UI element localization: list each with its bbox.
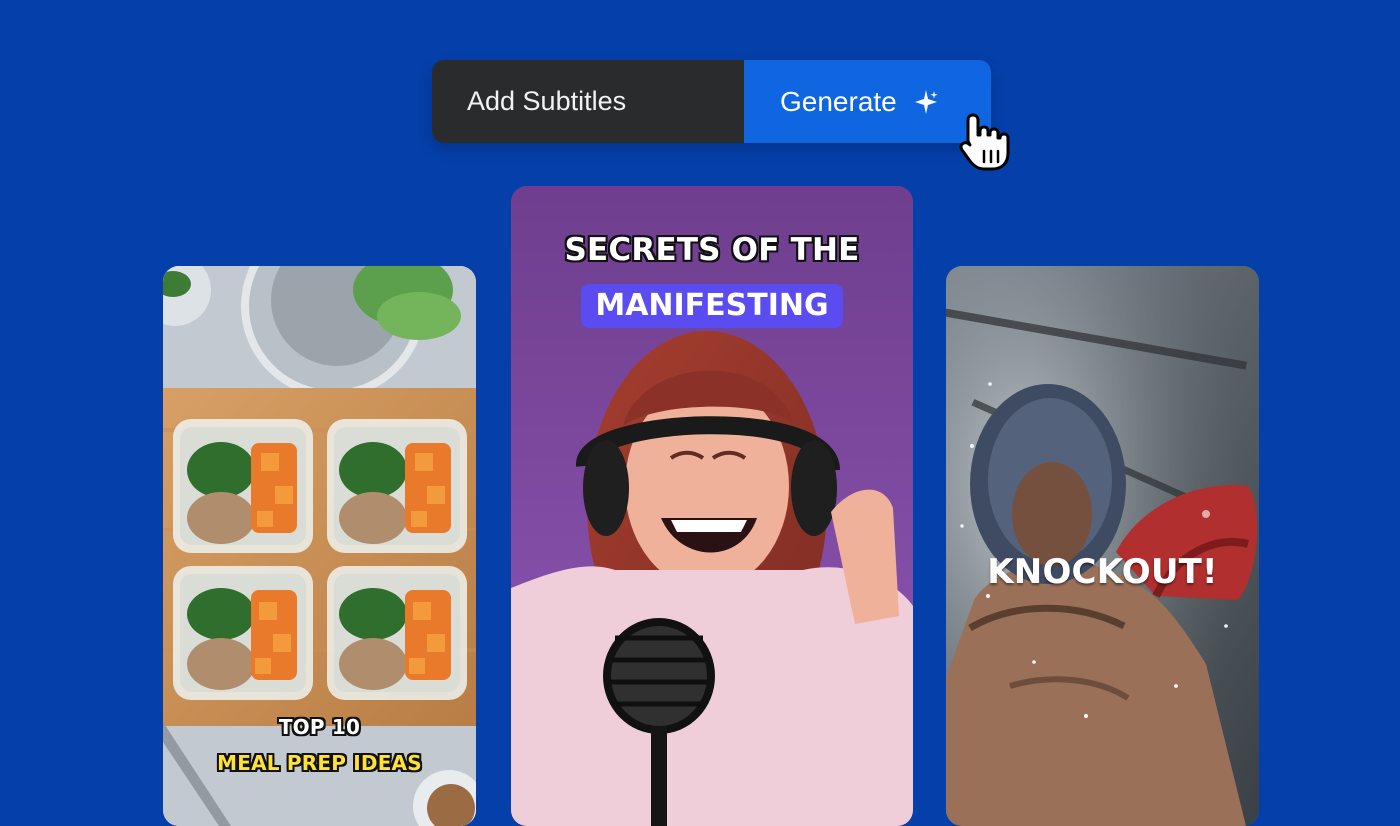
food-caption-line-1: TOP 10 (278, 715, 361, 739)
podcast-photo (511, 186, 913, 826)
food-caption-line-2: MEAL PREP IDEAS (217, 751, 422, 775)
generate-button[interactable]: Generate (744, 60, 991, 143)
boxing-photo (946, 266, 1259, 826)
boxing-video-card[interactable]: KNOCKOUT! (946, 266, 1259, 826)
boxing-caption: KNOCKOUT! (987, 552, 1218, 592)
hand-pointer-icon (956, 111, 1012, 173)
podcast-caption-line-2: MANIFESTING (581, 284, 843, 328)
add-subtitles-input[interactable]: Add Subtitles (432, 60, 744, 143)
subtitle-toolbar: Add Subtitles Generate (432, 60, 991, 143)
podcast-video-card[interactable]: SECRETS OF THE MANIFESTING (511, 186, 913, 826)
podcast-caption-highlight-wrapper: MANIFESTING (511, 284, 913, 328)
podcast-caption-line-1: SECRETS OF THE (564, 232, 860, 268)
add-subtitles-label: Add Subtitles (467, 86, 627, 116)
sparkle-icon (913, 88, 939, 116)
meal-prep-photo (163, 266, 476, 826)
generate-button-label: Generate (780, 85, 897, 117)
meal-prep-video-card[interactable]: TOP 10 MEAL PREP IDEAS (163, 266, 476, 826)
